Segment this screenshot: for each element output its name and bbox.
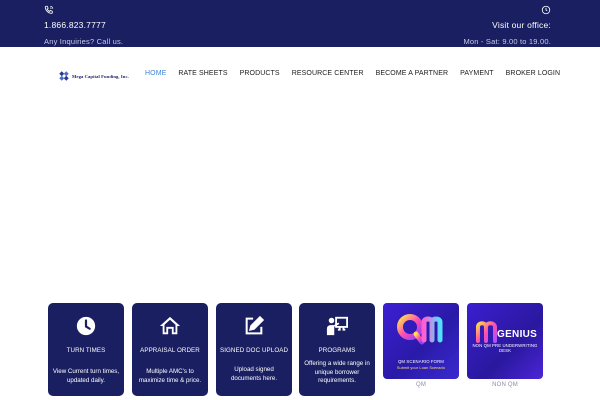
card-icon-wrap [132, 315, 208, 337]
office-hours: Mon - Sat: 9.00 to 19.00. [463, 37, 551, 46]
card-description: Offering a wide range in unique borrower… [304, 360, 370, 385]
home-icon [159, 316, 181, 335]
contact-phone-block: 1.866.823.7777 Any Inquiries? Call us. [44, 5, 123, 47]
nav-item-broker-login[interactable]: BROKER LOGIN [506, 70, 561, 77]
genius-word: GENIUS [497, 329, 538, 340]
hero-area [0, 100, 600, 300]
nav-item-rate-sheets[interactable]: RATE SHEETS [178, 70, 227, 77]
card-signed-doc-upload[interactable]: SIGNED DOC UPLOAD Upload signed document… [216, 303, 292, 396]
promo-label: NON QM PRE UNDERWRITING DESK [472, 343, 538, 353]
card-title: SIGNED DOC UPLOAD [219, 347, 289, 354]
logo-text: Mega Capital Funding, Inc. [72, 73, 129, 79]
card-programs[interactable]: PROGRAMS Offering a wide range in unique… [299, 303, 375, 396]
presentation-icon [326, 316, 348, 336]
main-nav: HOME RATE SHEETS PRODUCTS RESOURCE CENTE… [145, 70, 560, 77]
card-icon-wrap [48, 315, 124, 337]
nav-item-resource-center[interactable]: RESOURCE CENTER [292, 70, 364, 77]
card-icon-wrap [299, 315, 375, 337]
qm-logo-icon [397, 314, 443, 345]
nav-item-home[interactable]: HOME [145, 70, 166, 77]
card-description: View Current turn times, updated daily. [52, 368, 120, 384]
top-bar: 1.866.823.7777 Any Inquiries? Call us. V… [0, 0, 600, 47]
edit-icon [245, 315, 265, 335]
office-label: Visit our office: [492, 20, 551, 30]
card-title: PROGRAMS [318, 347, 356, 354]
promo-caption-non-qm: NON QM [492, 382, 518, 388]
clock-icon [76, 316, 96, 336]
office-hours-block: Visit our office: Mon - Sat: 9.00 to 19.… [463, 5, 551, 47]
card-appraisal-order[interactable]: APPRAISAL ORDER Multiple AMC's to maximi… [132, 303, 208, 396]
phone-note: Any Inquiries? Call us. [44, 37, 124, 46]
card-turn-times[interactable]: TURN TIMES View Current turn times, upda… [48, 303, 124, 396]
nav-item-payment[interactable]: PAYMENT [460, 70, 494, 77]
logo-mark-icon [59, 71, 69, 81]
clock-icon [541, 5, 551, 15]
non-qm-genius-banner[interactable]: GENIUS NON QM PRE UNDERWRITING DESK [467, 303, 543, 379]
phone-number[interactable]: 1.866.823.7777 [44, 20, 123, 31]
card-title: APPRAISAL ORDER [140, 347, 200, 354]
nav-item-become-a-partner[interactable]: BECOME A PARTNER [376, 70, 449, 77]
nav-item-products[interactable]: PRODUCTS [240, 70, 280, 77]
promo-sublabel: Submit your Loan Scenario [396, 366, 446, 370]
card-title: TURN TIMES [66, 347, 106, 354]
genius-m-logo-icon [476, 321, 497, 343]
promo-label: QM SCENARIO FORM [397, 359, 444, 364]
site-logo[interactable]: Mega Capital Funding, Inc. [59, 71, 129, 81]
qm-scenario-form-banner[interactable]: QM SCENARIO FORM Submit your Loan Scenar… [383, 303, 459, 379]
promo-caption-qm: QM [415, 382, 427, 388]
phone-icon [44, 5, 54, 14]
site-header: Mega Capital Funding, Inc. HOME RATE SHE… [0, 47, 600, 100]
card-description: Multiple AMC's to maximize time & price. [138, 368, 202, 384]
card-description: Upload signed documents here. [230, 366, 278, 382]
quick-links-row: TURN TIMES View Current turn times, upda… [0, 303, 600, 400]
card-icon-wrap [216, 315, 292, 337]
